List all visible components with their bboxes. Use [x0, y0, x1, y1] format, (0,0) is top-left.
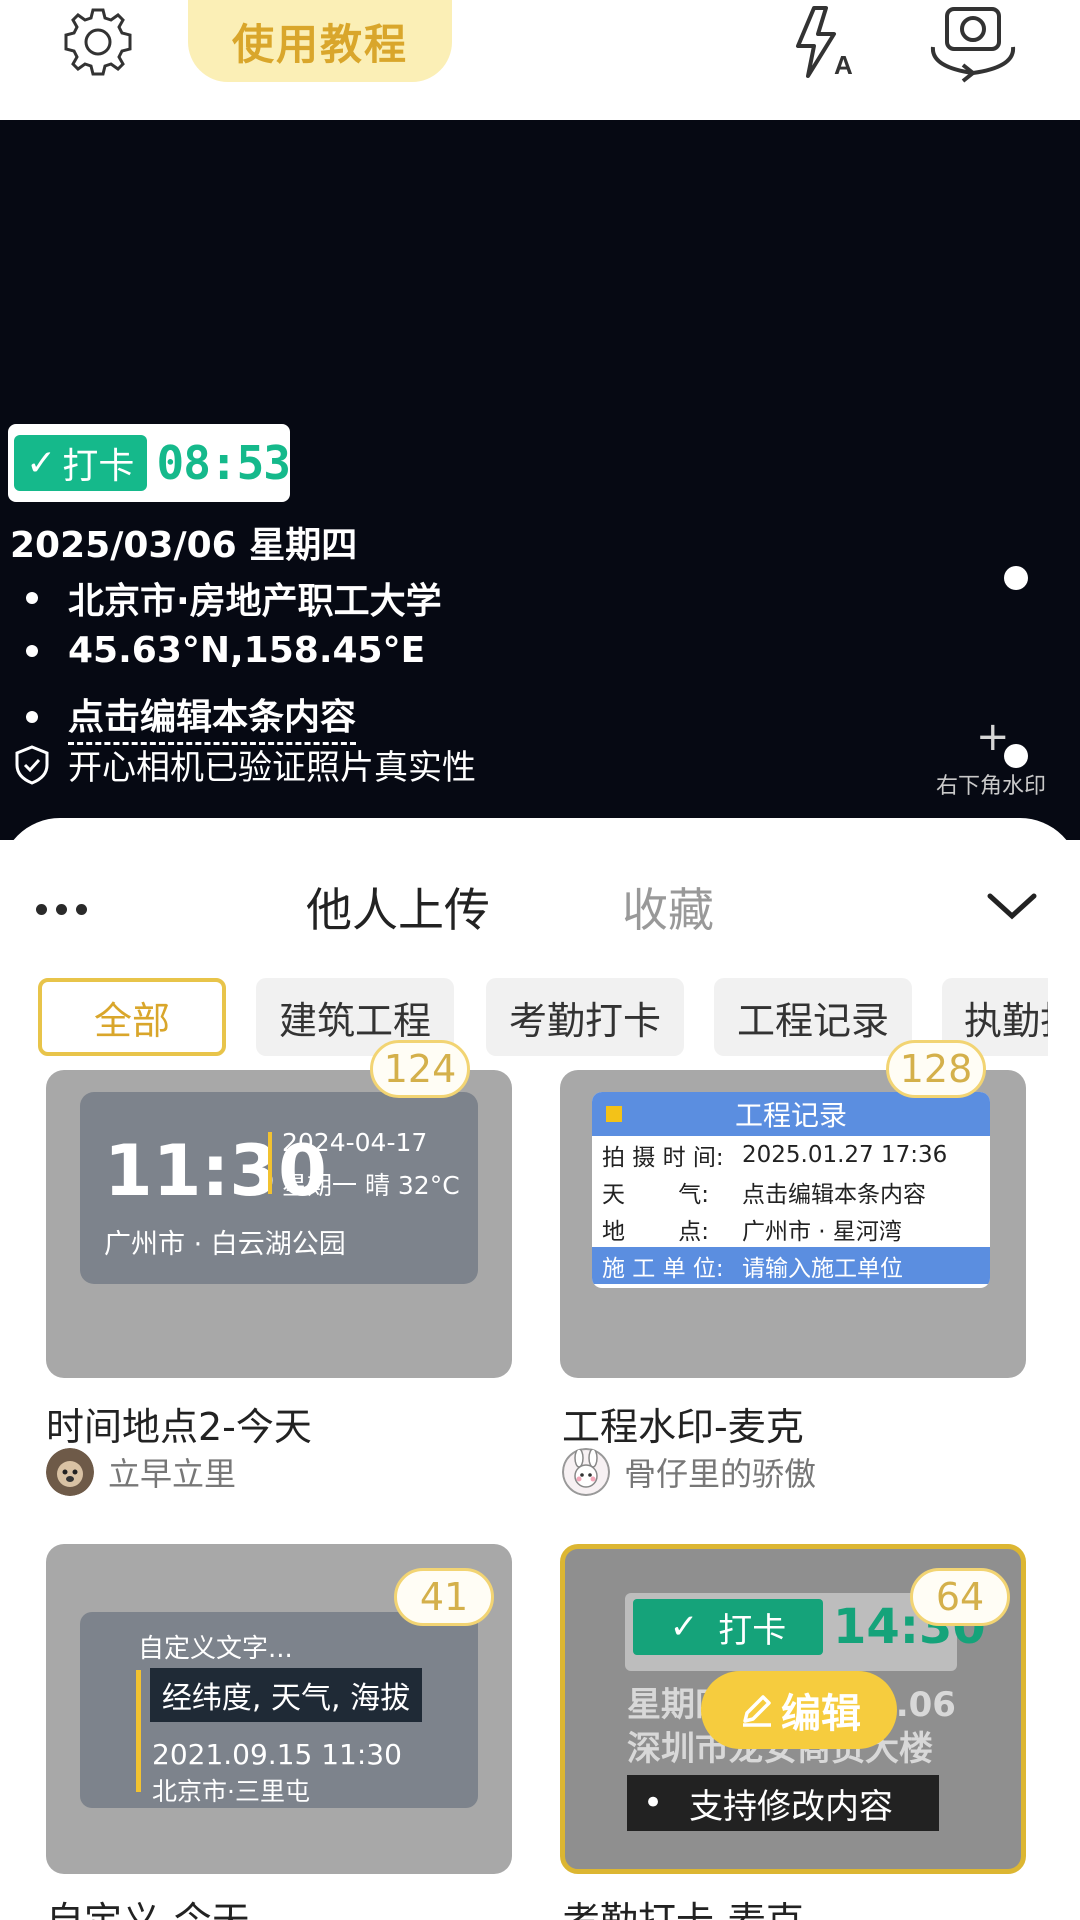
watermark-date: 2025/03/06 星期四	[10, 525, 358, 566]
preview-note-text: 支持修改内容	[689, 1786, 894, 1827]
template-author[interactable]: 骨仔里的骄傲	[562, 1448, 816, 1496]
bullet-icon	[26, 710, 38, 723]
template-card[interactable]: 11:30 2024-04-17 星期一 晴 32°C 广州市 · 白云湖公园	[46, 1070, 512, 1378]
preview-info-box: 经纬度, 天气, 海拔	[150, 1668, 422, 1722]
checkin-stamp[interactable]: ✓ 打卡 08:53	[8, 424, 291, 502]
more-dot-icon	[56, 903, 67, 915]
checkin-badge-label: 打卡	[62, 446, 135, 487]
template-title[interactable]: 时间地点2-今天	[46, 1396, 312, 1451]
pencil-icon	[743, 1695, 771, 1727]
chevron-down-icon[interactable]	[984, 884, 1040, 928]
checkin-badge: ✓ 打卡	[14, 435, 147, 491]
watermark-location[interactable]: 北京市·房地产职工大学	[26, 572, 442, 624]
template-card[interactable]: 工程记录 拍 摄 时 间: 2025.01.27 17:36 天 气: 点击编辑…	[560, 1070, 1026, 1378]
chip-all[interactable]: 全部	[38, 978, 226, 1056]
verified-note: 开心相机已验证照片真实性	[14, 740, 476, 789]
row-value: 请输入施工单位	[742, 1255, 903, 1282]
author-name: 骨仔里的骄傲	[624, 1455, 817, 1493]
row-key: 拍 摄 时 间:	[602, 1144, 724, 1171]
edit-button[interactable]: 编辑	[701, 1671, 897, 1749]
use-count-badge: 64	[910, 1568, 1010, 1626]
preview-date: 2024-04-17	[282, 1128, 428, 1157]
template-sheet: 他人上传 收藏 全部 建筑工程 考勤打卡 工程记录 执勤打卡 11:30 202…	[0, 818, 1080, 1920]
preview-row: 地 点: 广州市 · 星河湾	[592, 1210, 990, 1247]
more-dot-icon	[36, 903, 47, 915]
tutorial-button[interactable]: 使用教程	[188, 0, 452, 82]
use-count-badge: 124	[370, 1040, 470, 1098]
template-title[interactable]: 自定义-今天	[46, 1890, 250, 1920]
preview-datetime: 2021.09.15 11:30	[152, 1738, 402, 1771]
template-title[interactable]: 工程水印-麦克	[562, 1396, 804, 1451]
row-value: 点击编辑本条内容	[742, 1181, 926, 1208]
more-button[interactable]	[36, 894, 96, 924]
watermark-coords-text: 45.63°N,158.45°E	[68, 630, 426, 671]
row-value: 广州市 · 星河湾	[742, 1218, 902, 1245]
template-author[interactable]: 立早立里	[46, 1448, 236, 1496]
flash-auto-button[interactable]: A	[776, 0, 872, 84]
position-handle[interactable]	[1004, 566, 1028, 590]
flash-auto-icon: A	[796, 6, 853, 80]
watermark-coords[interactable]: 45.63°N,158.45°E	[26, 630, 425, 671]
preview-header-text: 工程记录	[734, 1099, 847, 1132]
preview-header: 工程记录	[592, 1092, 990, 1136]
camera-preview[interactable]: ✓ 打卡 08:53 2025/03/06 星期四 北京市·房地产职工大学 45…	[0, 120, 1080, 840]
add-icon[interactable]: +	[976, 714, 1010, 760]
row-value: 2025.01.27 17:36	[742, 1141, 948, 1168]
preview-weather: 星期一 晴 32°C	[282, 1171, 460, 1200]
tab-favorites[interactable]: 收藏	[622, 874, 714, 940]
settings-button[interactable]	[50, 0, 146, 84]
bullet-icon	[26, 644, 38, 657]
watermark-location-text: 北京市·房地产职工大学	[68, 581, 442, 622]
chip-attendance[interactable]: 考勤打卡	[486, 978, 684, 1056]
preview-location: 广州市 · 白云湖公园	[104, 1229, 346, 1260]
shield-check-icon	[15, 744, 49, 785]
camera-flip-button[interactable]	[918, 0, 1028, 90]
square-icon	[606, 1106, 622, 1122]
use-count-badge: 128	[886, 1040, 986, 1098]
template-title[interactable]: 考勤打卡-麦克	[562, 1890, 804, 1920]
bullet-icon: •	[643, 1783, 664, 1823]
chip-project-record[interactable]: 工程记录	[714, 978, 912, 1056]
edit-label: 编辑	[781, 1691, 861, 1737]
avatar	[562, 1448, 610, 1496]
checkin-badge-label: 打卡	[718, 1610, 787, 1651]
watermark-edit-text[interactable]: 点击编辑本条内容	[68, 688, 357, 745]
template-preview: ✓ 打卡 14:30	[625, 1593, 986, 1671]
preview-location: 北京市·三里屯	[152, 1777, 310, 1806]
gear-icon	[64, 8, 132, 76]
preview-custom-text: 自定义文字...	[138, 1634, 293, 1664]
svg-text:A: A	[834, 50, 853, 80]
template-preview: 工程记录 拍 摄 时 间: 2025.01.27 17:36 天 气: 点击编辑…	[592, 1092, 990, 1288]
avatar	[46, 1448, 94, 1496]
accent-bar	[136, 1670, 141, 1792]
row-key: 天 气:	[602, 1181, 710, 1208]
camera-flip-icon	[930, 7, 1016, 83]
author-name: 立早立里	[108, 1455, 237, 1493]
checkin-badge: ✓ 打卡	[633, 1599, 823, 1655]
checkin-time: 08:53	[156, 436, 291, 490]
top-bar: 使用教程 A	[0, 0, 1080, 120]
preview-row: 天 气: 点击编辑本条内容	[592, 1173, 990, 1210]
bullet-icon	[26, 592, 38, 604]
check-icon: ✓	[26, 442, 57, 484]
verified-text: 开心相机已验证照片真实性	[68, 748, 476, 788]
tab-others-upload[interactable]: 他人上传	[306, 874, 490, 940]
check-icon: ✓	[669, 1607, 699, 1647]
bottom-right-watermark-label[interactable]: 右下角水印	[936, 768, 1046, 800]
row-key: 施 工 单 位:	[602, 1255, 724, 1282]
accent-bar	[268, 1132, 272, 1194]
template-preview: 11:30 2024-04-17 星期一 晴 32°C 广州市 · 白云湖公园	[80, 1092, 478, 1284]
preview-note: • 支持修改内容	[627, 1775, 939, 1831]
watermark-edit-line[interactable]: 点击编辑本条内容	[26, 688, 357, 745]
template-preview: 自定义文字... 经纬度, 天气, 海拔 2021.09.15 11:30 北京…	[80, 1612, 478, 1808]
row-key: 地 点:	[602, 1218, 710, 1245]
more-dot-icon	[76, 903, 87, 915]
preview-row: 施 工 单 位: 请输入施工单位	[592, 1247, 990, 1284]
use-count-badge: 41	[394, 1568, 494, 1626]
preview-row: 拍 摄 时 间: 2025.01.27 17:36	[592, 1136, 990, 1173]
